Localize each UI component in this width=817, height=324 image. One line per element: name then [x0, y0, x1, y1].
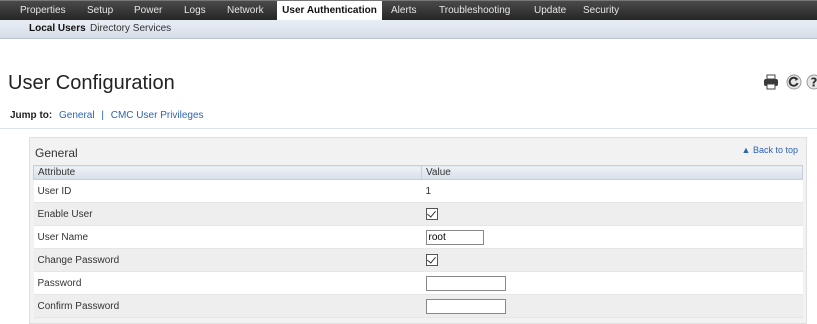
page-title: User Configuration	[8, 72, 175, 94]
jump-to-label: Jump to:	[10, 110, 53, 121]
enable-user-checkbox[interactable]	[425, 208, 438, 220]
back-to-top-label: Back to top	[752, 145, 798, 155]
attribute-label: Confirm Password	[33, 294, 422, 318]
attribute-label: Change Password	[33, 248, 422, 272]
tab-troubleshooting[interactable]: Troubleshooting	[439, 1, 510, 21]
table-row: Confirm Password	[33, 294, 803, 318]
help-icon[interactable]: ?	[804, 74, 817, 94]
table-row: Enable User	[33, 202, 803, 226]
subtab-local-users[interactable]: Local Users	[29, 20, 86, 38]
back-to-top-link[interactable]: ▲ Back to top	[742, 145, 798, 155]
subtab-directory-services[interactable]: Directory Services	[90, 20, 171, 38]
jump-link-general[interactable]: General	[59, 110, 95, 121]
user-id-value: 1	[421, 179, 803, 203]
tab-properties[interactable]: Properties	[20, 1, 66, 21]
print-icon[interactable]	[761, 74, 781, 94]
divider	[0, 128, 817, 129]
table-row: Change Password	[33, 248, 803, 272]
tab-power[interactable]: Power	[134, 1, 162, 21]
sub-navigation: Local Users Directory Services	[0, 20, 817, 39]
table-row: User ID 1	[33, 179, 803, 203]
refresh-icon[interactable]	[784, 74, 804, 94]
attribute-label: Enable User	[33, 202, 422, 226]
tab-user-authentication[interactable]: User Authentication	[277, 1, 382, 21]
section-title-general: General	[35, 146, 78, 160]
jump-to-bar: Jump to: General | CMC User Privileges	[10, 110, 204, 121]
tab-update[interactable]: Update	[534, 1, 566, 21]
triangle-up-icon: ▲	[741, 145, 751, 155]
tab-security[interactable]: Security	[583, 1, 619, 21]
tab-logs[interactable]: Logs	[184, 1, 206, 21]
jump-link-cmc-user-privileges[interactable]: CMC User Privileges	[111, 110, 204, 121]
column-header-value: Value	[421, 165, 803, 180]
top-navigation: Properties Setup Power Logs Network User…	[0, 0, 817, 21]
change-password-checkbox[interactable]	[425, 254, 438, 266]
attribute-label: User Name	[33, 225, 422, 249]
table-row: Password	[33, 271, 803, 295]
table-row: User Name	[33, 225, 803, 249]
attributes-table: Attribute Value User ID 1 Enable User Us…	[33, 165, 803, 318]
svg-text:?: ?	[811, 76, 817, 90]
password-input[interactable]	[425, 275, 506, 291]
jump-separator: |	[101, 110, 104, 121]
tab-alerts[interactable]: Alerts	[391, 1, 417, 21]
column-header-attribute: Attribute	[33, 165, 422, 180]
user-name-input[interactable]	[425, 229, 484, 245]
tab-setup[interactable]: Setup	[87, 1, 113, 21]
attribute-label: Password	[33, 271, 422, 295]
tab-network[interactable]: Network	[227, 1, 264, 21]
attribute-label: User ID	[33, 179, 422, 203]
confirm-password-input[interactable]	[425, 298, 506, 314]
